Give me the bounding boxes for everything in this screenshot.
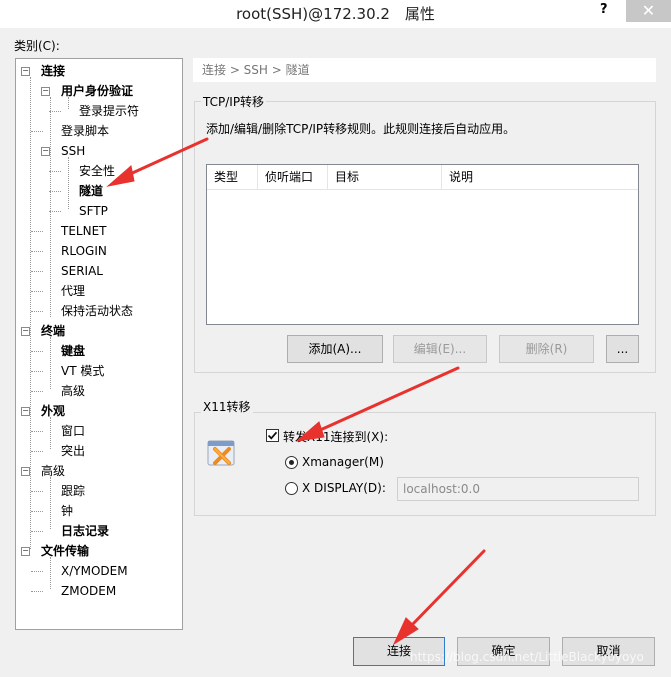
xdisplay-field[interactable]: localhost:0.0 [397, 477, 639, 501]
tree-connector [31, 431, 43, 432]
tcp-description: 添加/编辑/删除TCP/IP转移规则。此规则连接后自动应用。 [206, 122, 516, 136]
x11-group-title: X11转移 [201, 398, 253, 415]
breadcrumb: 连接 > SSH > 隧道 [193, 58, 656, 82]
delete-rule-button[interactable]: 删除(R) [499, 335, 594, 363]
xmanager-icon [207, 440, 235, 466]
tree-item-tunnel[interactable]: 隧道 [79, 183, 103, 199]
tree-connector [31, 251, 43, 252]
tree-connector [49, 171, 61, 172]
xmanager-radio[interactable] [285, 456, 298, 469]
tree-connector [49, 191, 61, 192]
tree-item-login-prompt[interactable]: 登录提示符 [79, 103, 139, 119]
tree-item-ssh[interactable]: SSH [61, 143, 85, 159]
tree-connector [49, 111, 61, 112]
category-label: 类别(C): [14, 39, 60, 53]
tree-item-zmodem[interactable]: ZMODEM [61, 583, 116, 599]
watermark: https://blog.csdn.net/LittleBlackyoyoyo [410, 650, 644, 664]
tree-toggle-user-auth[interactable]: − [41, 87, 50, 96]
tree-item-sftp[interactable]: SFTP [79, 203, 108, 219]
tcp-group-title: TCP/IP转移 [201, 93, 267, 110]
tree-item-serial[interactable]: SERIAL [61, 263, 103, 279]
tree-connector [31, 131, 43, 132]
xmanager-radio-label: Xmanager(M) [302, 455, 384, 469]
column-header-description[interactable]: 说明 [442, 165, 638, 189]
annotation-arrow-connect [407, 549, 486, 630]
tree-connector [31, 491, 43, 492]
category-tree[interactable]: − 连接 − 用户身份验证登录提示符登录脚本 − SSH 安全性隧道 SFTP TELNET RL… [15, 58, 183, 630]
tree-item-terminal[interactable]: 终端 [41, 323, 65, 339]
column-header-type[interactable]: 类型 [207, 165, 258, 189]
forward-x11-label: 转发X11连接到(X): [283, 430, 389, 444]
window-title: root(SSH)@172.30.2 属性 [236, 5, 435, 23]
xdisplay-radio[interactable] [285, 482, 298, 495]
add-rule-button[interactable]: 添加(A)... [287, 335, 383, 363]
tree-connector [31, 291, 43, 292]
tree-item-xymodem[interactable]: X/YMODEM [61, 563, 128, 579]
xdisplay-radio-label: X DISPLAY(D): [302, 481, 386, 495]
help-button[interactable]: ? [600, 2, 608, 17]
tree-item-keyboard[interactable]: 键盘 [61, 343, 85, 359]
tree-connector [49, 211, 61, 212]
tree-toggle-terminal[interactable]: − [21, 327, 30, 336]
tree-item-advanced[interactable]: 高级 [41, 463, 65, 479]
tree-item-window[interactable]: 窗口 [61, 423, 85, 439]
tree-item-file-transfer[interactable]: 文件传输 [41, 543, 89, 559]
tree-connector [31, 591, 43, 592]
tree-connector [31, 271, 43, 272]
tree-item-logging[interactable]: 日志记录 [61, 523, 109, 539]
tree-item-vt-mode[interactable]: VT 模式 [61, 363, 104, 379]
column-header-listen-port[interactable]: 侦听端口 [258, 165, 328, 189]
tree-item-trace[interactable]: 跟踪 [61, 483, 85, 499]
tree-connector [31, 531, 43, 532]
tree-toggle-advanced[interactable]: − [21, 467, 30, 476]
tree-toggle-file-transfer[interactable]: − [21, 547, 30, 556]
tree-connector [31, 511, 43, 512]
tree-connector [31, 391, 43, 392]
tree-connector [31, 451, 43, 452]
tree-connector [31, 351, 43, 352]
tree-item-user-auth[interactable]: 用户身份验证 [61, 83, 133, 99]
tree-item-telnet[interactable]: TELNET [61, 223, 107, 239]
tree-item-highlight[interactable]: 突出 [61, 443, 85, 459]
tree-toggle-appearance[interactable]: − [21, 407, 30, 416]
tree-item-rlogin[interactable]: RLOGIN [61, 243, 107, 259]
tree-item-security[interactable]: 安全性 [79, 163, 115, 179]
tree-connector [31, 571, 43, 572]
tree-connector [31, 231, 43, 232]
checkmark-icon [267, 431, 278, 440]
tree-toggle-connection[interactable]: − [21, 67, 30, 76]
tree-item-login-script[interactable]: 登录脚本 [61, 123, 109, 139]
tcp-rules-list[interactable]: 类型 侦听端口 目标 说明 [206, 164, 639, 325]
forward-x11-checkbox[interactable] [266, 429, 279, 442]
tree-connector [31, 311, 43, 312]
close-button[interactable]: ✕ [626, 0, 671, 22]
tree-toggle-ssh[interactable]: − [41, 147, 50, 156]
title-bar: root(SSH)@172.30.2 属性 ? ✕ [0, 0, 671, 28]
tree-item-connection[interactable]: 连接 [41, 63, 65, 79]
tree-connector [31, 371, 43, 372]
tree-item-keepalive[interactable]: 保持活动状态 [61, 303, 133, 319]
column-header-target[interactable]: 目标 [328, 165, 442, 189]
tree-item-appearance[interactable]: 外观 [41, 403, 65, 419]
tree-item-clock[interactable]: 钟 [61, 503, 73, 519]
list-header: 类型 侦听端口 目标 说明 [207, 165, 638, 190]
tree-item-proxy[interactable]: 代理 [61, 283, 85, 299]
more-options-button[interactable]: ... [606, 335, 639, 363]
edit-rule-button[interactable]: 编辑(E)... [393, 335, 487, 363]
tree-item-terminal-advanced[interactable]: 高级 [61, 383, 85, 399]
